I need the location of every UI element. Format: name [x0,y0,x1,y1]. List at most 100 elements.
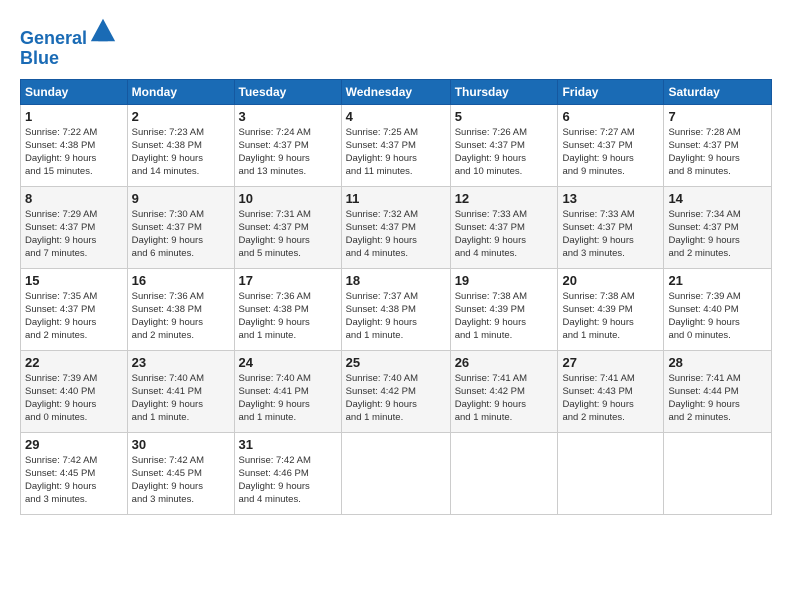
calendar-cell: 10Sunrise: 7:31 AM Sunset: 4:37 PM Dayli… [234,186,341,268]
calendar-cell: 19 Sunrise: 7:38 AM Sunset: 4:39 PM Dayli… [450,268,558,350]
calendar-cell: 24 Sunrise: 7:40 AM Sunset: 4:41 PM Dayli… [234,350,341,432]
day-number: 4 [346,109,446,124]
day-number: 1 [25,109,123,124]
day-number: 12 [455,191,554,206]
calendar-cell: 8Sunrise: 7:29 AM Sunset: 4:37 PM Daylig… [21,186,128,268]
day-number: 3 [239,109,337,124]
day-info: Sunrise: 7:36 AM Sunset: 4:38 PM Dayligh… [239,290,337,343]
day-number: 26 [455,355,554,370]
logo: General Blue [20,16,117,69]
day-info: Sunrise: 7:27 AM Sunset: 4:37 PM Dayligh… [562,126,659,179]
calendar-cell: 11 Sunrise: 7:32 AM Sunset: 4:37 PM Dayli… [341,186,450,268]
day-info: Sunrise: 7:41 AM Sunset: 4:42 PM Dayligh… [455,372,554,425]
day-info: Sunrise: 7:39 AM Sunset: 4:40 PM Dayligh… [25,372,123,425]
calendar-cell: 25 Sunrise: 7:40 AM Sunset: 4:42 PM Dayli… [341,350,450,432]
day-info: Sunrise: 7:42 AM Sunset: 4:45 PM Dayligh… [132,454,230,507]
day-number: 31 [239,437,337,452]
day-info: Sunrise: 7:33 AM Sunset: 4:37 PM Dayligh… [562,208,659,261]
calendar-cell: 21 Sunrise: 7:39 AM Sunset: 4:40 PM Dayli… [664,268,772,350]
calendar-header-row: SundayMondayTuesdayWednesdayThursdayFrid… [21,79,772,104]
day-info: Sunrise: 7:36 AM Sunset: 4:38 PM Dayligh… [132,290,230,343]
day-info: Sunrise: 7:32 AM Sunset: 4:37 PM Dayligh… [346,208,446,261]
day-info: Sunrise: 7:33 AM Sunset: 4:37 PM Dayligh… [455,208,554,261]
day-number: 22 [25,355,123,370]
calendar-header-friday: Friday [558,79,664,104]
day-info: Sunrise: 7:34 AM Sunset: 4:37 PM Dayligh… [668,208,767,261]
logo-text: General [20,16,117,49]
calendar-week-row: 15 Sunrise: 7:35 AM Sunset: 4:37 PM Dayli… [21,268,772,350]
calendar-cell [664,432,772,514]
day-number: 28 [668,355,767,370]
calendar-week-row: 8Sunrise: 7:29 AM Sunset: 4:37 PM Daylig… [21,186,772,268]
day-number: 7 [668,109,767,124]
day-info: Sunrise: 7:40 AM Sunset: 4:41 PM Dayligh… [132,372,230,425]
day-info: Sunrise: 7:40 AM Sunset: 4:42 PM Dayligh… [346,372,446,425]
day-number: 15 [25,273,123,288]
day-info: Sunrise: 7:42 AM Sunset: 4:45 PM Dayligh… [25,454,123,507]
day-info: Sunrise: 7:31 AM Sunset: 4:37 PM Dayligh… [239,208,337,261]
calendar-cell: 17 Sunrise: 7:36 AM Sunset: 4:38 PM Dayli… [234,268,341,350]
calendar-header-tuesday: Tuesday [234,79,341,104]
day-info: Sunrise: 7:40 AM Sunset: 4:41 PM Dayligh… [239,372,337,425]
calendar-week-row: 29 Sunrise: 7:42 AM Sunset: 4:45 PM Dayli… [21,432,772,514]
calendar-week-row: 22 Sunrise: 7:39 AM Sunset: 4:40 PM Dayli… [21,350,772,432]
calendar-cell: 9Sunrise: 7:30 AM Sunset: 4:37 PM Daylig… [127,186,234,268]
day-number: 8 [25,191,123,206]
calendar-header-sunday: Sunday [21,79,128,104]
day-number: 14 [668,191,767,206]
calendar-cell: 30 Sunrise: 7:42 AM Sunset: 4:45 PM Dayli… [127,432,234,514]
day-info: Sunrise: 7:38 AM Sunset: 4:39 PM Dayligh… [562,290,659,343]
calendar-cell: 31 Sunrise: 7:42 AM Sunset: 4:46 PM Dayli… [234,432,341,514]
calendar-cell: 12 Sunrise: 7:33 AM Sunset: 4:37 PM Dayli… [450,186,558,268]
day-number: 2 [132,109,230,124]
logo-general: General [20,28,87,48]
page: General Blue SundayMondayTuesdayWednesda… [0,0,792,612]
calendar-cell [450,432,558,514]
day-number: 16 [132,273,230,288]
day-info: Sunrise: 7:22 AM Sunset: 4:38 PM Dayligh… [25,126,123,179]
day-number: 11 [346,191,446,206]
day-number: 19 [455,273,554,288]
header: General Blue [20,16,772,69]
calendar-cell: 26 Sunrise: 7:41 AM Sunset: 4:42 PM Dayli… [450,350,558,432]
day-number: 30 [132,437,230,452]
day-number: 24 [239,355,337,370]
day-info: Sunrise: 7:35 AM Sunset: 4:37 PM Dayligh… [25,290,123,343]
calendar-cell: 22 Sunrise: 7:39 AM Sunset: 4:40 PM Dayli… [21,350,128,432]
day-number: 23 [132,355,230,370]
calendar-cell: 2 Sunrise: 7:23 AM Sunset: 4:38 PM Daylig… [127,104,234,186]
calendar-cell: 13 Sunrise: 7:33 AM Sunset: 4:37 PM Dayli… [558,186,664,268]
calendar-header-saturday: Saturday [664,79,772,104]
day-info: Sunrise: 7:38 AM Sunset: 4:39 PM Dayligh… [455,290,554,343]
day-info: Sunrise: 7:37 AM Sunset: 4:38 PM Dayligh… [346,290,446,343]
day-number: 13 [562,191,659,206]
calendar-cell: 29 Sunrise: 7:42 AM Sunset: 4:45 PM Dayli… [21,432,128,514]
day-number: 20 [562,273,659,288]
calendar-cell: 1 Sunrise: 7:22 AM Sunset: 4:38 PM Daylig… [21,104,128,186]
calendar-cell: 16 Sunrise: 7:36 AM Sunset: 4:38 PM Dayli… [127,268,234,350]
calendar-header-thursday: Thursday [450,79,558,104]
calendar-cell: 27Sunrise: 7:41 AM Sunset: 4:43 PM Dayli… [558,350,664,432]
calendar-cell: 5 Sunrise: 7:26 AM Sunset: 4:37 PM Daylig… [450,104,558,186]
calendar-cell: 28 Sunrise: 7:41 AM Sunset: 4:44 PM Dayli… [664,350,772,432]
day-number: 25 [346,355,446,370]
day-info: Sunrise: 7:26 AM Sunset: 4:37 PM Dayligh… [455,126,554,179]
day-number: 29 [25,437,123,452]
calendar-cell: 14 Sunrise: 7:34 AM Sunset: 4:37 PM Dayli… [664,186,772,268]
day-number: 18 [346,273,446,288]
calendar-cell [558,432,664,514]
day-info: Sunrise: 7:39 AM Sunset: 4:40 PM Dayligh… [668,290,767,343]
day-number: 5 [455,109,554,124]
calendar-week-row: 1 Sunrise: 7:22 AM Sunset: 4:38 PM Daylig… [21,104,772,186]
calendar-cell: 4Sunrise: 7:25 AM Sunset: 4:37 PM Daylig… [341,104,450,186]
day-number: 21 [668,273,767,288]
calendar-cell: 3Sunrise: 7:24 AM Sunset: 4:37 PM Daylig… [234,104,341,186]
day-number: 17 [239,273,337,288]
logo-icon [89,16,117,44]
calendar-cell: 7Sunrise: 7:28 AM Sunset: 4:37 PM Daylig… [664,104,772,186]
day-info: Sunrise: 7:23 AM Sunset: 4:38 PM Dayligh… [132,126,230,179]
calendar-cell: 23 Sunrise: 7:40 AM Sunset: 4:41 PM Dayli… [127,350,234,432]
day-info: Sunrise: 7:42 AM Sunset: 4:46 PM Dayligh… [239,454,337,507]
day-info: Sunrise: 7:41 AM Sunset: 4:44 PM Dayligh… [668,372,767,425]
day-info: Sunrise: 7:30 AM Sunset: 4:37 PM Dayligh… [132,208,230,261]
